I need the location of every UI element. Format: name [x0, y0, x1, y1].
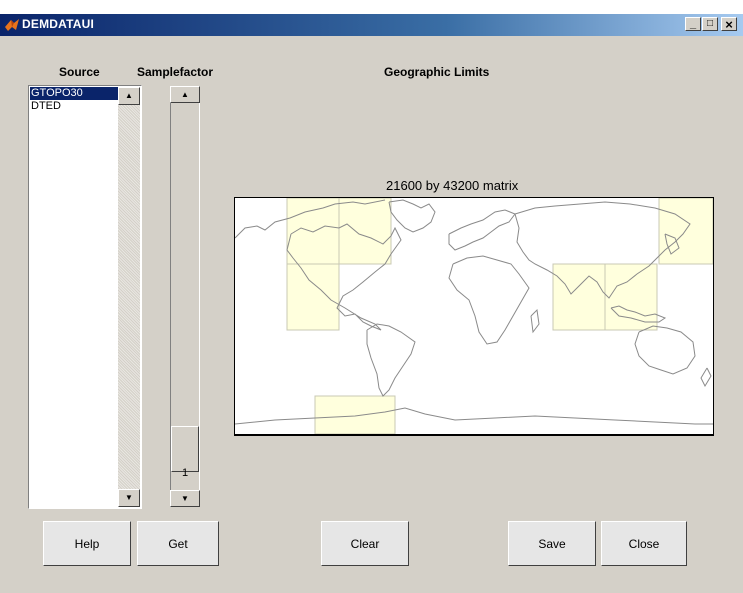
coverage-tile[interactable]	[286, 263, 340, 331]
slider-down-button[interactable]: ▼	[170, 490, 200, 507]
coverage-tiles	[286, 198, 713, 434]
window-title: DEMDATAUI	[22, 17, 95, 31]
minimize-button[interactable]: _	[685, 17, 701, 31]
minimize-icon: _	[689, 17, 697, 30]
coverage-tile[interactable]	[552, 263, 606, 331]
help-button[interactable]: Help	[43, 521, 131, 566]
up-arrow-icon: ▲	[181, 90, 189, 99]
matrix-size-label: 21600 by 43200 matrix	[386, 178, 519, 193]
slider-thumb[interactable]	[171, 426, 199, 472]
source-listbox[interactable]: GTOPO30 DTED ▲ ▼	[28, 85, 142, 509]
get-button[interactable]: Get	[137, 521, 219, 566]
close-button[interactable]: Close	[601, 521, 687, 566]
coverage-tile[interactable]	[338, 198, 392, 265]
coverage-tile[interactable]	[286, 198, 340, 265]
maximize-icon: □	[706, 18, 714, 29]
list-item-gtopo30[interactable]: GTOPO30	[30, 87, 118, 100]
coverage-tile[interactable]	[658, 198, 713, 265]
samplefactor-value: 1	[181, 467, 189, 479]
down-arrow-icon: ▼	[125, 493, 133, 502]
samplefactor-slider[interactable]: ▲ 1 ▼	[168, 85, 202, 509]
slider-up-button[interactable]: ▲	[170, 86, 200, 103]
geographic-limits-label: Geographic Limits	[384, 65, 490, 79]
close-icon: ×	[725, 16, 733, 32]
world-map[interactable]	[234, 197, 714, 436]
up-arrow-icon: ▲	[125, 91, 133, 100]
scroll-up-button[interactable]: ▲	[118, 87, 140, 105]
coverage-tile[interactable]	[314, 395, 396, 434]
map-canvas	[235, 198, 713, 434]
matlab-icon	[5, 19, 19, 31]
title-bar[interactable]: DEMDATAUI _ □ ×	[0, 14, 743, 36]
save-button[interactable]: Save	[508, 521, 596, 566]
clear-button[interactable]: Clear	[321, 521, 409, 566]
maximize-button[interactable]: □	[702, 17, 718, 31]
down-arrow-icon: ▼	[181, 494, 189, 503]
samplefactor-label: Samplefactor	[137, 65, 214, 79]
close-window-button[interactable]: ×	[721, 17, 737, 31]
list-item-dted[interactable]: DTED	[30, 100, 118, 113]
coverage-tile[interactable]	[604, 263, 658, 331]
source-label: Source	[59, 65, 100, 79]
scroll-down-button[interactable]: ▼	[118, 489, 140, 507]
listbox-scrollbar[interactable]: ▲ ▼	[118, 87, 140, 507]
